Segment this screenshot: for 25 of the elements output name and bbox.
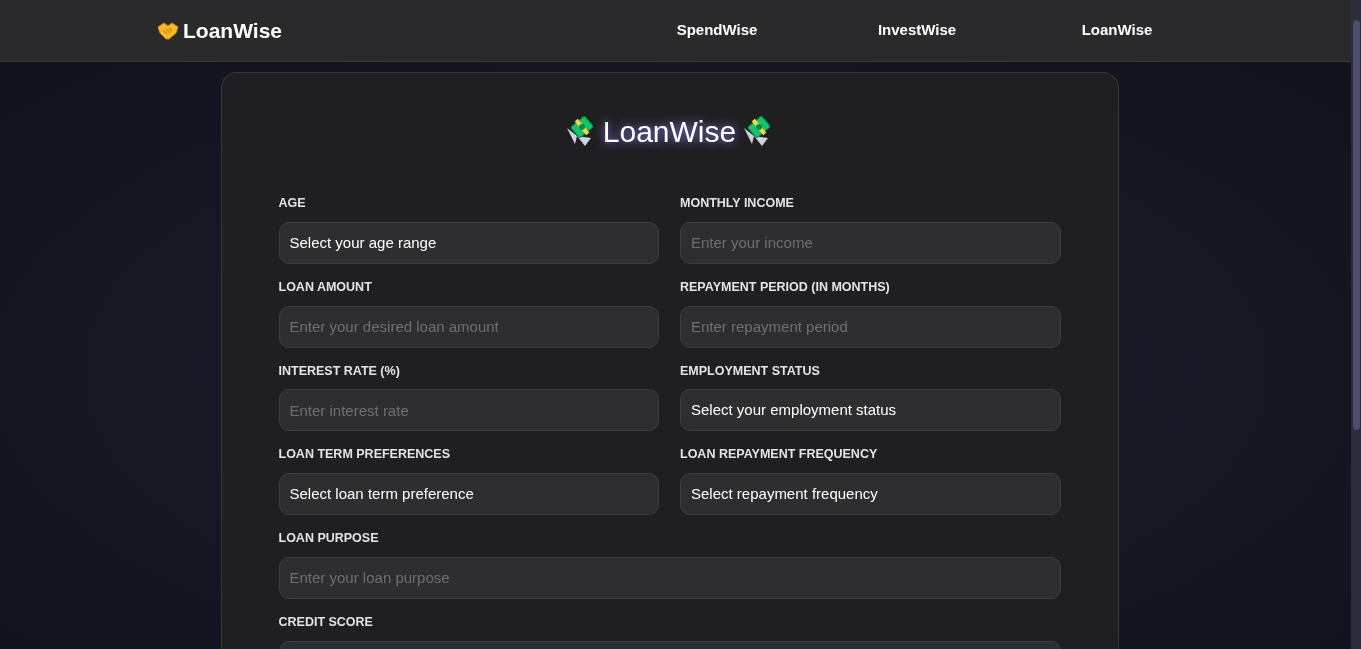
field-label: INTEREST RATE (%) [278, 362, 401, 380]
nav-link[interactable]: LoanWise [1067, 19, 1167, 42]
field-label: AGE [278, 195, 307, 212]
field-label: LOAN AMOUNT [278, 278, 373, 296]
input-field[interactable]: Enter your desired loan amount [278, 305, 659, 348]
select-field[interactable]: Select repayment frequency [680, 473, 1061, 515]
select-field[interactable]: Select your age range [278, 221, 659, 264]
field-label: CREDIT SCORE [278, 613, 374, 631]
handshake-icon [157, 21, 179, 40]
input-field[interactable]: Enter your income [680, 221, 1061, 264]
nav-link[interactable]: SpendWise [667, 19, 767, 42]
input-field[interactable]: Enter repayment period [680, 305, 1061, 348]
form-title: LoanWise [602, 114, 737, 150]
select-field[interactable]: Select loan term preference [278, 473, 659, 515]
input-field[interactable]: Enter your loan purpose [278, 556, 1061, 599]
field-label: EMPLOYMENT STATUS [680, 362, 821, 380]
field-label: MONTHLY INCOME [680, 195, 795, 212]
input-field[interactable]: Enter interest rate [278, 389, 659, 432]
select-field[interactable]: Select your employment status [680, 389, 1061, 432]
field-label: LOAN REPAYMENT FREQUENCY [680, 446, 879, 464]
field-label: LOAN TERM PREFERENCES [278, 446, 452, 464]
nav-link[interactable]: InvestWise [867, 19, 967, 42]
field-label: REPAYMENT PERIOD (IN MONTHS) [680, 278, 891, 296]
brand-logo[interactable]: LoanWise [183, 14, 282, 47]
field-label: LOAN PURPOSE [278, 530, 380, 547]
